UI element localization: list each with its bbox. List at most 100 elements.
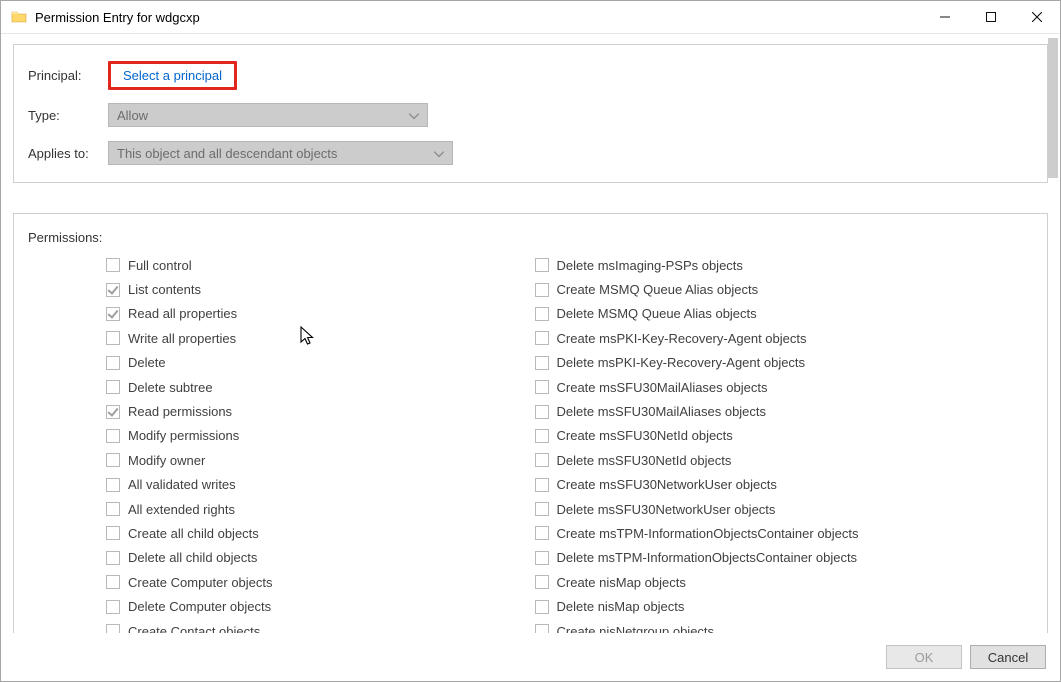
- permission-label: Create Contact objects: [128, 624, 260, 633]
- permission-checkbox[interactable]: [106, 600, 120, 614]
- maximize-button[interactable]: [968, 1, 1014, 33]
- permission-item: Delete Computer objects: [106, 594, 533, 618]
- permission-checkbox[interactable]: [106, 624, 120, 633]
- permission-item: Create all child objects: [106, 521, 533, 545]
- permission-checkbox[interactable]: [106, 356, 120, 370]
- permission-item: Delete: [106, 351, 533, 375]
- permission-checkbox[interactable]: [535, 258, 549, 272]
- permission-item: Create nisNetgroup objects: [535, 619, 1038, 633]
- permission-label: Delete MSMQ Queue Alias objects: [557, 306, 757, 321]
- permission-checkbox[interactable]: [535, 380, 549, 394]
- permission-item: Create nisMap objects: [535, 570, 1038, 594]
- permission-label: Delete nisMap objects: [557, 599, 685, 614]
- permission-item: List contents: [106, 277, 533, 301]
- permission-item: Delete msImaging-PSPs objects: [535, 253, 1038, 277]
- permission-checkbox[interactable]: [535, 429, 549, 443]
- permission-label: Delete: [128, 355, 166, 370]
- close-button[interactable]: [1014, 1, 1060, 33]
- vertical-scrollbar[interactable]: [1048, 38, 1060, 632]
- permission-checkbox[interactable]: [106, 502, 120, 516]
- permission-label: Delete subtree: [128, 380, 213, 395]
- select-principal-link[interactable]: Select a principal: [113, 64, 232, 87]
- permission-label: Create all child objects: [128, 526, 259, 541]
- permission-item: Create MSMQ Queue Alias objects: [535, 277, 1038, 301]
- permission-label: Create msPKI-Key-Recovery-Agent objects: [557, 331, 807, 346]
- permission-checkbox[interactable]: [535, 283, 549, 297]
- permission-checkbox[interactable]: [106, 331, 120, 345]
- permission-label: Delete msSFU30MailAliases objects: [557, 404, 767, 419]
- permission-item: Modify permissions: [106, 424, 533, 448]
- permission-item: Delete MSMQ Queue Alias objects: [535, 302, 1038, 326]
- permission-checkbox[interactable]: [535, 453, 549, 467]
- cancel-button[interactable]: Cancel: [970, 645, 1046, 669]
- permissions-column-left: Full control List contents Read all proper…: [28, 253, 533, 633]
- permission-checkbox[interactable]: [106, 551, 120, 565]
- permission-checkbox[interactable]: [535, 526, 549, 540]
- permission-item: Create msSFU30NetworkUser objects: [535, 473, 1038, 497]
- permission-label: Delete Computer objects: [128, 599, 271, 614]
- type-dropdown[interactable]: Allow: [108, 103, 428, 127]
- window-title: Permission Entry for wdgcxp: [35, 10, 922, 25]
- permission-checkbox[interactable]: [535, 624, 549, 633]
- permission-checkbox[interactable]: [106, 307, 120, 321]
- permission-checkbox[interactable]: [106, 429, 120, 443]
- permission-item: Modify owner: [106, 448, 533, 472]
- permission-item: Read permissions: [106, 399, 533, 423]
- window: Permission Entry for wdgcxp Principal: S…: [0, 0, 1061, 682]
- applies-to-dropdown[interactable]: This object and all descendant objects: [108, 141, 453, 165]
- permission-label: List contents: [128, 282, 201, 297]
- permission-item: Read all properties: [106, 302, 533, 326]
- permission-label: Delete msImaging-PSPs objects: [557, 258, 743, 273]
- applies-to-label: Applies to:: [28, 146, 108, 161]
- permission-label: Write all properties: [128, 331, 236, 346]
- permission-item: Create msTPM-InformationObjectsContainer…: [535, 521, 1038, 545]
- permission-checkbox[interactable]: [535, 502, 549, 516]
- permission-checkbox[interactable]: [106, 258, 120, 272]
- permission-label: All extended rights: [128, 502, 235, 517]
- minimize-button[interactable]: [922, 1, 968, 33]
- scrollbar-thumb[interactable]: [1048, 38, 1058, 178]
- permission-item: Delete nisMap objects: [535, 594, 1038, 618]
- permission-checkbox[interactable]: [535, 575, 549, 589]
- permission-item: Create msPKI-Key-Recovery-Agent objects: [535, 326, 1038, 350]
- permission-checkbox[interactable]: [535, 405, 549, 419]
- permission-checkbox[interactable]: [535, 356, 549, 370]
- permission-label: Full control: [128, 258, 192, 273]
- permission-label: Create msTPM-InformationObjectsContainer…: [557, 526, 859, 541]
- permission-label: Create Computer objects: [128, 575, 273, 590]
- permission-checkbox[interactable]: [535, 307, 549, 321]
- permission-item: Create Contact objects: [106, 619, 533, 633]
- permission-item: Full control: [106, 253, 533, 277]
- ok-button[interactable]: OK: [886, 645, 962, 669]
- permission-label: Create MSMQ Queue Alias objects: [557, 282, 759, 297]
- permission-checkbox[interactable]: [106, 283, 120, 297]
- principal-highlight: Select a principal: [108, 61, 237, 90]
- permission-checkbox[interactable]: [106, 405, 120, 419]
- type-label: Type:: [28, 108, 108, 123]
- permission-item: All validated writes: [106, 473, 533, 497]
- principal-label: Principal:: [28, 68, 108, 83]
- permission-checkbox[interactable]: [535, 478, 549, 492]
- permissions-title: Permissions:: [28, 230, 1037, 245]
- applies-to-dropdown-value: This object and all descendant objects: [117, 146, 337, 161]
- permissions-panel: Permissions: Full control List contents Re…: [13, 213, 1048, 633]
- permission-checkbox[interactable]: [535, 551, 549, 565]
- titlebar: Permission Entry for wdgcxp: [1, 1, 1060, 34]
- permission-label: Delete all child objects: [128, 550, 257, 565]
- permission-item: Create Computer objects: [106, 570, 533, 594]
- permission-item: Delete msSFU30MailAliases objects: [535, 399, 1038, 423]
- permission-checkbox[interactable]: [535, 600, 549, 614]
- permission-checkbox[interactable]: [106, 575, 120, 589]
- permission-item: Create msSFU30MailAliases objects: [535, 375, 1038, 399]
- permission-checkbox[interactable]: [106, 380, 120, 394]
- permission-checkbox[interactable]: [106, 478, 120, 492]
- permission-checkbox[interactable]: [106, 453, 120, 467]
- permission-checkbox[interactable]: [106, 526, 120, 540]
- permission-label: All validated writes: [128, 477, 236, 492]
- permission-item: Delete msSFU30NetId objects: [535, 448, 1038, 472]
- permission-checkbox[interactable]: [535, 331, 549, 345]
- permission-label: Read permissions: [128, 404, 232, 419]
- permission-label: Create msSFU30NetworkUser objects: [557, 477, 777, 492]
- chevron-down-icon: [409, 108, 419, 123]
- permission-label: Create nisMap objects: [557, 575, 686, 590]
